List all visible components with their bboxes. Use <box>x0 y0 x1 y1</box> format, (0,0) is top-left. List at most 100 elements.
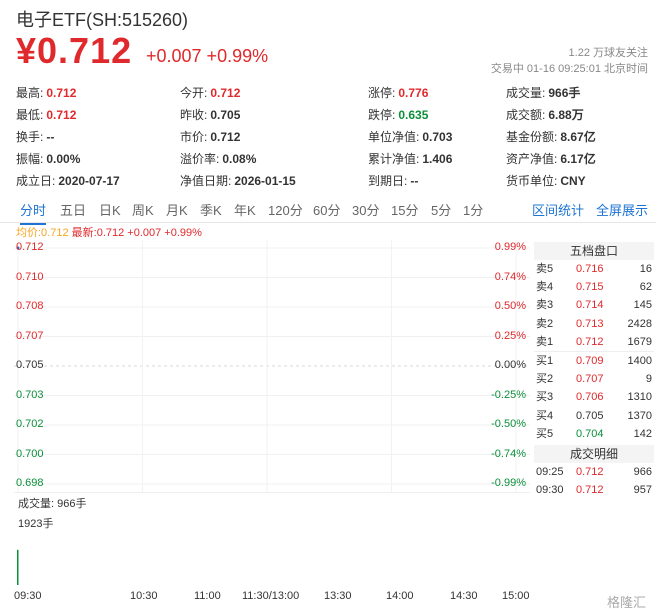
level-label: 买5 <box>536 427 554 440</box>
level-volume: 957 <box>633 484 652 497</box>
tab-4[interactable]: 月K <box>166 200 188 219</box>
order-book-row: 卖2 0.713 2428 <box>534 315 654 333</box>
level-volume: 62 <box>639 281 652 294</box>
stat-label: 单位净值: <box>368 130 420 144</box>
stat-item: 今开: 0.712 <box>180 82 240 104</box>
last-price-legend: 最新:0.712 +0.007 +0.99% <box>71 227 202 239</box>
percent-tick-label: 0.50% <box>494 300 526 312</box>
stat-label: 累计净值: <box>368 152 420 166</box>
tab-11[interactable]: 5分 <box>431 200 451 219</box>
tab-3[interactable]: 周K <box>132 200 154 219</box>
tab-1[interactable]: 五日 <box>60 200 86 219</box>
order-book-row: 卖1 0.712 1679 <box>534 333 654 351</box>
fullscreen-button[interactable]: 全屏展示 <box>596 200 648 219</box>
stat-label: 振幅: <box>16 152 44 166</box>
time-tick-label: 14:00 <box>386 590 414 602</box>
order-book-row: 卖3 0.714 145 <box>534 296 654 314</box>
stat-label: 成立日: <box>16 174 56 188</box>
stat-value: 0.776 <box>398 86 429 100</box>
order-book-row: 买2 0.707 9 <box>534 370 654 388</box>
stat-value: 2026-01-15 <box>234 174 296 188</box>
chart-legend: 均价:0.712 最新:0.712 +0.007 +0.99% <box>16 224 202 240</box>
stat-label: 昨收: <box>180 108 208 122</box>
stat-item: 成立日: 2020-07-17 <box>16 170 120 192</box>
stat-item: 净值日期: 2026-01-15 <box>180 170 296 192</box>
tab-12[interactable]: 1分 <box>463 200 483 219</box>
time-tick-label: 10:30 <box>130 590 158 602</box>
stat-value: -- <box>46 130 55 144</box>
volume-label: 成交量: 966手 <box>18 498 87 510</box>
volume-chart-svg <box>17 549 19 585</box>
stat-value: 8.67亿 <box>560 130 596 144</box>
level-label: 卖2 <box>536 317 554 330</box>
percent-tick-label: -0.99% <box>491 477 526 489</box>
stat-value: 6.17亿 <box>560 152 596 166</box>
percent-tick-label: 0.99% <box>494 241 526 253</box>
level-volume: 145 <box>633 299 652 312</box>
interval-stats-button[interactable]: 区间统计 <box>532 200 584 219</box>
level-price: 0.713 <box>576 317 604 330</box>
level-volume: 1310 <box>627 391 652 404</box>
level-price: 0.709 <box>576 354 604 367</box>
order-book-row: 买5 0.704 142 <box>534 425 654 443</box>
stat-item: 跌停: 0.635 <box>368 104 428 126</box>
stat-item: 单位净值: 0.703 <box>368 126 452 148</box>
stat-item: 到期日: -- <box>368 170 418 192</box>
time-tick-label: 15:00 <box>502 590 530 602</box>
price-change: +0.007 +0.99% <box>146 46 269 66</box>
stats-row: 最高: 0.712 今开: 0.712 涨停: 0.776 成交量: 966手 <box>16 82 646 104</box>
level-price: 0.707 <box>576 373 604 386</box>
percent-tick-label: 0.74% <box>494 270 526 283</box>
page-title: 电子ETF(SH:515260) <box>16 10 189 30</box>
price-tick-label: 0.698 <box>16 477 44 489</box>
stats-row: 最低: 0.712 昨收: 0.705 跌停: 0.635 成交额: 6.88万 <box>16 104 646 126</box>
stat-item: 累计净值: 1.406 <box>368 148 452 170</box>
current-price: ¥0.712 <box>16 30 133 71</box>
level-volume: 1400 <box>627 354 652 367</box>
level-label: 卖4 <box>536 281 554 294</box>
tab-9[interactable]: 30分 <box>352 200 379 219</box>
avg-price-legend: 均价:0.712 <box>16 227 69 239</box>
tab-6[interactable]: 年K <box>234 200 256 219</box>
tab-8[interactable]: 60分 <box>313 200 340 219</box>
stat-value: 0.635 <box>398 108 429 122</box>
tab-5[interactable]: 季K <box>200 200 222 219</box>
price-tick-label: 0.703 <box>16 388 44 401</box>
stat-value: 2020-07-17 <box>58 174 120 188</box>
price-tick-label: 0.707 <box>16 329 44 342</box>
trading-status-time: 交易中 01-16 09:25:01 北京时间 <box>490 63 648 75</box>
level-label: 卖5 <box>536 263 554 275</box>
order-book: 五档盘口 卖5 0.716 16 卖4 0.715 62 卖3 0.714 145 卖2 0.713… <box>534 242 654 499</box>
time-tick-label: 13:30 <box>324 590 352 602</box>
stat-item: 成交额: 6.88万 <box>506 104 584 126</box>
intraday-price-chart[interactable]: 0.712 0.99% 0.710 0.74% 0.708 0.50% 0.707 0.25%… <box>14 240 530 492</box>
volume-chart[interactable]: 成交量: 966手 1923手 <box>14 492 530 589</box>
level-volume: 966 <box>633 465 652 478</box>
level-label: 买2 <box>536 373 554 386</box>
stat-value: 0.703 <box>422 130 453 144</box>
stat-label: 跌停: <box>368 108 396 122</box>
tab-0[interactable]: 分时 <box>20 200 47 225</box>
level-price: 0.714 <box>576 299 604 312</box>
stat-label: 涨停: <box>368 86 396 100</box>
stat-item: 换手: -- <box>16 126 54 148</box>
level-price: 0.712 <box>576 335 604 348</box>
tab-7[interactable]: 120分 <box>268 200 303 219</box>
volume-max-label: 1923手 <box>18 518 54 530</box>
stats-row: 换手: -- 市价: 0.712 单位净值: 0.703 基金份额: 8.67亿 <box>16 126 646 148</box>
order-book-row: 09:30 0.712 957 <box>534 481 654 499</box>
stat-value: 0.712 <box>210 130 241 144</box>
stat-value: -- <box>410 174 419 188</box>
order-book-title: 五档盘口 <box>534 242 654 260</box>
order-book-row: 买4 0.705 1370 <box>534 407 654 425</box>
percent-tick-label: 0.25% <box>494 329 526 342</box>
stat-value: 0.00% <box>46 152 81 166</box>
stats-row: 成立日: 2020-07-17 净值日期: 2026-01-15 到期日: -- 货币单位:… <box>16 170 646 192</box>
tab-10[interactable]: 15分 <box>391 200 418 219</box>
order-book-row: 卖5 0.716 16 <box>534 260 654 278</box>
percent-tick-label: 0.00% <box>494 359 526 371</box>
stat-label: 净值日期: <box>180 174 232 188</box>
tab-2[interactable]: 日K <box>99 200 121 219</box>
level-volume: 9 <box>645 373 652 386</box>
level-label: 买4 <box>536 409 554 422</box>
